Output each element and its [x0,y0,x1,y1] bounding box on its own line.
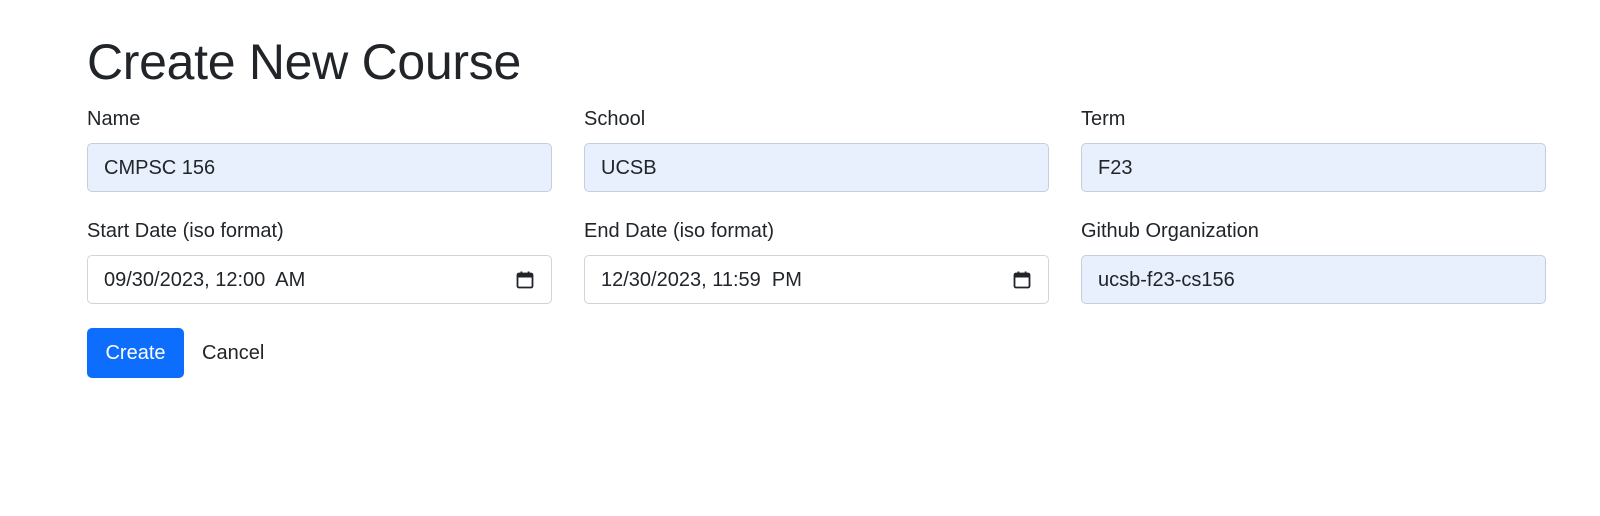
term-label: Term [1081,108,1126,130]
calendar-icon[interactable] [1012,270,1032,290]
term-input[interactable]: F23 [1081,143,1546,192]
page-title: Create New Course [87,34,521,90]
start-date-value: 09/30/2023, 12:00 AM [104,268,306,291]
create-button[interactable]: Create [87,328,184,378]
end-date-input[interactable]: 12/30/2023, 11:59 PM [584,255,1049,304]
github-org-label: Github Organization [1081,220,1259,242]
school-value: UCSB [601,156,657,179]
start-date-input[interactable]: 09/30/2023, 12:00 AM [87,255,552,304]
term-value: F23 [1098,156,1133,179]
name-label: Name [87,108,141,130]
start-date-label: Start Date (iso format) [87,220,284,242]
cancel-button[interactable]: Cancel [192,328,274,378]
school-input[interactable]: UCSB [584,143,1049,192]
form-actions: Create Cancel [87,328,274,378]
name-value: CMPSC 156 [104,156,216,179]
school-label: School [584,108,646,130]
end-date-value: 12/30/2023, 11:59 PM [601,268,802,291]
calendar-icon[interactable] [515,270,535,290]
github-org-input[interactable]: ucsb-f23-cs156 [1081,255,1546,304]
end-date-label: End Date (iso format) [584,220,775,242]
name-input[interactable]: CMPSC 156 [87,143,552,192]
github-org-value: ucsb-f23-cs156 [1098,268,1235,291]
